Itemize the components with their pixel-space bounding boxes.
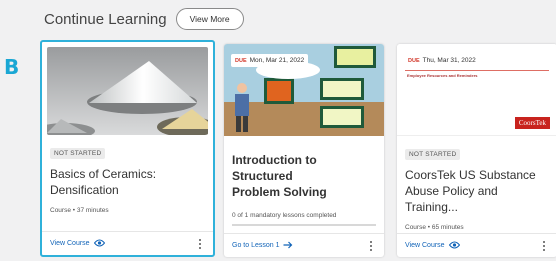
more-options-icon[interactable] xyxy=(366,240,376,252)
go-to-lesson-button[interactable]: Go to Lesson 1 xyxy=(232,241,293,251)
due-date-badge: DUE Mon, Mar 21, 2022 xyxy=(231,54,309,67)
lesson-progress-text: 0 of 1 mandatory lessons completed xyxy=(232,212,337,219)
view-more-button[interactable]: View More xyxy=(175,8,244,30)
action-label: View Course xyxy=(50,240,90,247)
view-course-button[interactable]: View Course xyxy=(405,241,460,251)
eye-icon xyxy=(93,239,105,249)
course-title-line: Densification xyxy=(50,183,119,197)
section-header: Continue Learning View More xyxy=(44,8,244,30)
course-meta: Course • 65 minutes xyxy=(405,224,464,231)
eye-icon xyxy=(448,241,460,251)
course-card-ceramics[interactable]: NOT STARTED Basics of Ceramics: Densific… xyxy=(40,40,215,257)
brand-logo: CoorsTek xyxy=(514,117,550,129)
view-course-button[interactable]: View Course xyxy=(50,239,105,249)
status-badge: NOT STARTED xyxy=(50,148,106,159)
lesson-progress-bar xyxy=(232,224,376,226)
more-options-icon[interactable] xyxy=(539,240,549,252)
action-label: View Course xyxy=(405,242,445,249)
course-title[interactable]: CoorsTek US Substance Abuse Policy and T… xyxy=(405,167,549,215)
course-meta: Course • 37 minutes xyxy=(50,207,109,214)
due-tag: DUE xyxy=(235,57,247,64)
annotation-marker: B xyxy=(4,55,20,79)
course-title-line: CoorsTek US Substance xyxy=(405,168,536,182)
course-title-line: Problem Solving xyxy=(232,185,327,199)
course-title-line: Introduction to Structured xyxy=(232,153,317,183)
course-title[interactable]: Introduction to Structured Problem Solvi… xyxy=(232,152,376,200)
course-card-problem-solving[interactable]: DUE Mon, Mar 21, 2022 Introduction to St… xyxy=(224,44,384,257)
course-title[interactable]: Basics of Ceramics: Densification xyxy=(50,166,205,198)
arrow-right-icon xyxy=(283,241,293,251)
course-title-line: Abuse Policy and Training... xyxy=(405,184,498,214)
card-footer: Go to Lesson 1 xyxy=(224,233,384,257)
course-thumbnail-powder xyxy=(47,47,208,135)
course-title-line: Basics of Ceramics: xyxy=(50,167,157,181)
course-card-substance-policy[interactable]: Employee Resources and Reminders CoorsTe… xyxy=(397,44,556,257)
more-options-icon[interactable] xyxy=(195,238,205,250)
due-date: Mon, Mar 21, 2022 xyxy=(249,57,305,64)
slide-header: Employee Resources and Reminders xyxy=(407,73,478,78)
status-badge: NOT STARTED xyxy=(405,149,461,160)
section-title: Continue Learning xyxy=(44,10,167,28)
due-date: Thu, Mar 31, 2022 xyxy=(422,57,476,64)
card-footer: View Course xyxy=(397,233,556,257)
due-tag: DUE xyxy=(408,57,420,64)
card-footer: View Course xyxy=(42,231,213,255)
due-date-badge: DUE Thu, Mar 31, 2022 xyxy=(404,54,480,67)
action-label: Go to Lesson 1 xyxy=(232,242,280,249)
